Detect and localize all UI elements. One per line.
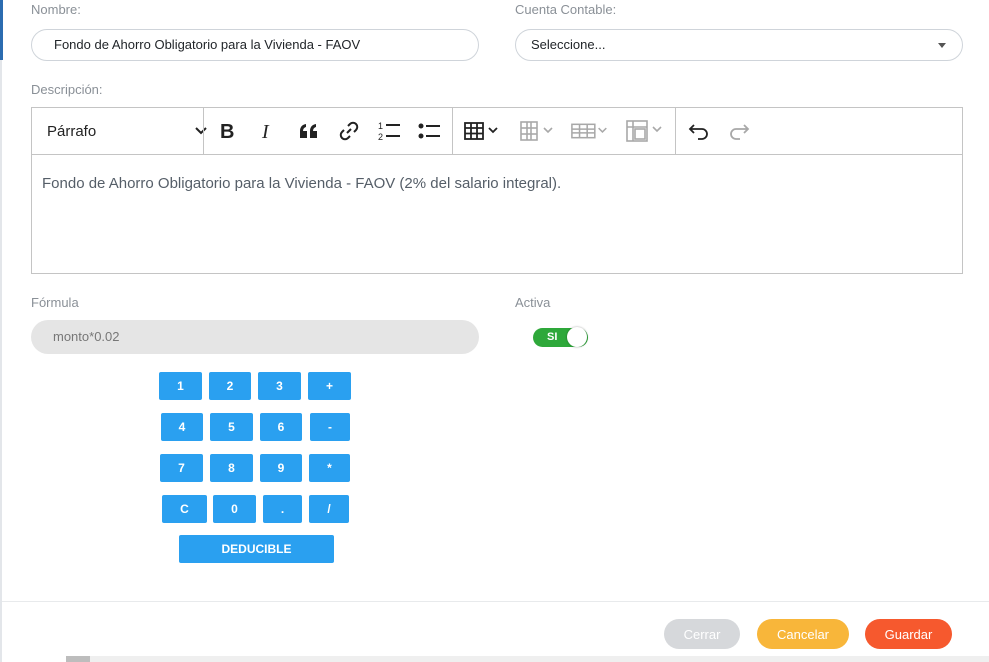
bulleted-list-icon[interactable] bbox=[414, 116, 444, 146]
descripcion-label: Descripción: bbox=[31, 82, 103, 97]
key-clear[interactable]: C bbox=[162, 495, 207, 523]
italic-icon[interactable]: I bbox=[252, 116, 282, 146]
blockquote-icon[interactable] bbox=[294, 116, 324, 146]
key-6[interactable]: 6 bbox=[260, 413, 302, 441]
key-1[interactable]: 1 bbox=[159, 372, 202, 400]
toolbar-separator bbox=[675, 108, 676, 154]
toggle-knob bbox=[567, 327, 587, 347]
undo-icon[interactable] bbox=[684, 116, 714, 146]
key-9[interactable]: 9 bbox=[260, 454, 302, 482]
nombre-label: Nombre: bbox=[31, 2, 81, 17]
activa-toggle[interactable]: SI bbox=[533, 327, 588, 347]
key-4[interactable]: 4 bbox=[161, 413, 203, 441]
link-icon[interactable] bbox=[334, 116, 364, 146]
activa-label: Activa bbox=[515, 295, 551, 310]
svg-text:B: B bbox=[220, 121, 234, 141]
accent-bar bbox=[0, 0, 3, 60]
cancelar-button[interactable]: Cancelar bbox=[757, 619, 849, 649]
bottom-strip-shadow bbox=[66, 656, 90, 662]
key-plus[interactable]: + bbox=[308, 372, 351, 400]
caret-down-icon bbox=[938, 43, 946, 48]
activa-toggle-label: SI bbox=[547, 331, 558, 343]
cerrar-button[interactable]: Cerrar bbox=[664, 619, 740, 649]
table-icon[interactable] bbox=[462, 116, 504, 146]
key-minus[interactable]: - bbox=[310, 413, 350, 441]
svg-text:2: 2 bbox=[378, 132, 383, 142]
table-column-icon[interactable] bbox=[517, 116, 559, 146]
nombre-input[interactable]: Fondo de Ahorro Obligatorio para la Vivi… bbox=[31, 29, 479, 61]
svg-text:I: I bbox=[261, 121, 270, 141]
numbered-list-icon[interactable]: 12 bbox=[374, 116, 404, 146]
merge-cells-icon[interactable] bbox=[625, 116, 667, 146]
cuenta-contable-value: Seleccione... bbox=[531, 37, 606, 52]
chevron-down-icon bbox=[195, 124, 207, 142]
deducible-button[interactable]: DEDUCIBLE bbox=[179, 535, 334, 563]
guardar-button[interactable]: Guardar bbox=[865, 619, 952, 649]
left-border bbox=[0, 60, 2, 662]
cuenta-contable-label: Cuenta Contable: bbox=[515, 2, 617, 17]
svg-text:1: 1 bbox=[378, 121, 383, 131]
key-multiply[interactable]: * bbox=[309, 454, 350, 482]
key-dot[interactable]: . bbox=[263, 495, 302, 523]
table-row-icon[interactable] bbox=[570, 116, 612, 146]
heading-dropdown-label: Párrafo bbox=[47, 122, 97, 140]
editor-toolbar: Párrafo B I 12 bbox=[32, 108, 962, 155]
redo-icon[interactable] bbox=[724, 116, 754, 146]
key-0[interactable]: 0 bbox=[213, 495, 256, 523]
formula-label: Fórmula bbox=[31, 295, 79, 310]
nombre-value: Fondo de Ahorro Obligatorio para la Vivi… bbox=[54, 37, 361, 52]
bottom-strip bbox=[66, 656, 989, 662]
key-3[interactable]: 3 bbox=[258, 372, 301, 400]
key-5[interactable]: 5 bbox=[210, 413, 253, 441]
footer-divider bbox=[2, 601, 989, 602]
toolbar-separator bbox=[203, 108, 204, 154]
cuenta-contable-select[interactable]: Seleccione... bbox=[515, 29, 963, 61]
key-7[interactable]: 7 bbox=[160, 454, 203, 482]
heading-dropdown[interactable]: Párrafo bbox=[47, 116, 207, 146]
rich-text-editor: Párrafo B I 12 Fondo de Ahorro Obligator… bbox=[31, 107, 963, 274]
key-8[interactable]: 8 bbox=[210, 454, 253, 482]
key-divide[interactable]: / bbox=[309, 495, 349, 523]
toolbar-separator bbox=[452, 108, 453, 154]
key-2[interactable]: 2 bbox=[209, 372, 251, 400]
formula-input: monto*0.02 bbox=[31, 320, 479, 354]
formula-value: monto*0.02 bbox=[53, 329, 120, 344]
editor-content[interactable]: Fondo de Ahorro Obligatorio para la Vivi… bbox=[42, 175, 561, 192]
bold-icon[interactable]: B bbox=[212, 116, 242, 146]
